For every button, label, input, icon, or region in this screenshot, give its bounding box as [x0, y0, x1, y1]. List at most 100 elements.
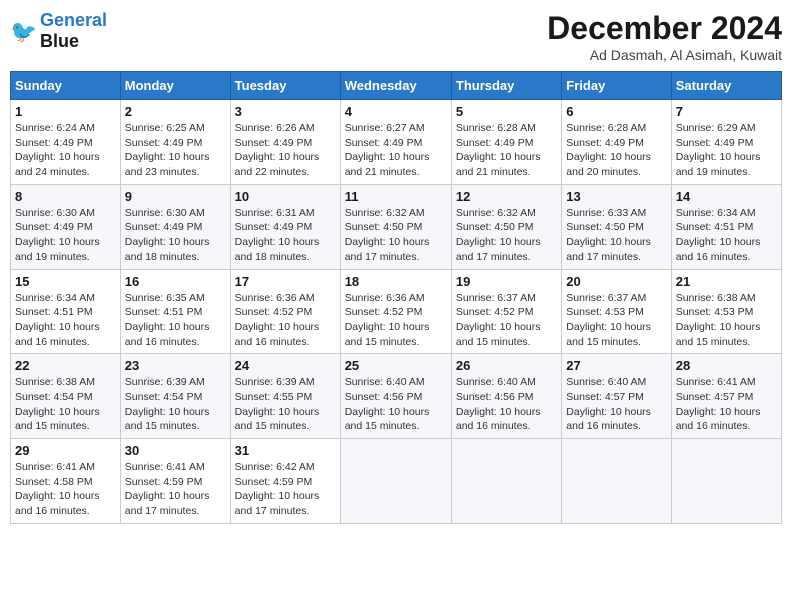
day-number: 28: [676, 358, 777, 373]
calendar-table: SundayMondayTuesdayWednesdayThursdayFrid…: [10, 71, 782, 524]
day-number: 8: [15, 189, 116, 204]
calendar-day-cell: 10Sunrise: 6:31 AM Sunset: 4:49 PM Dayli…: [230, 184, 340, 269]
day-number: 15: [15, 274, 116, 289]
calendar-day-cell: 9 Sunrise: 6:30 AM Sunset: 4:49 PM Daylig…: [120, 184, 230, 269]
day-info: Sunrise: 6:33 AM Sunset: 4:50 PM Dayligh…: [566, 206, 666, 265]
calendar-day-cell: 24 Sunrise: 6:39 AM Sunset: 4:55 PM Dayli…: [230, 354, 340, 439]
calendar-empty-cell: [562, 439, 671, 524]
calendar-day-cell: 17 Sunrise: 6:36 AM Sunset: 4:52 PM Dayli…: [230, 269, 340, 354]
logo-text: GeneralBlue: [40, 10, 107, 52]
day-info: Sunrise: 6:40 AM Sunset: 4:57 PM Dayligh…: [566, 375, 666, 434]
calendar-day-cell: 26 Sunrise: 6:40 AM Sunset: 4:56 PM Dayli…: [451, 354, 561, 439]
day-info: Sunrise: 6:31 AM Sunset: 4:49 PM Dayligh…: [235, 206, 336, 265]
day-info: Sunrise: 6:36 AM Sunset: 4:52 PM Dayligh…: [235, 291, 336, 350]
calendar-day-cell: 25 Sunrise: 6:40 AM Sunset: 4:56 PM Dayli…: [340, 354, 451, 439]
day-info: Sunrise: 6:25 AM Sunset: 4:49 PM Dayligh…: [125, 121, 226, 180]
page-header: 🐦 GeneralBlue December 2024 Ad Dasmah, A…: [10, 10, 782, 63]
day-info: Sunrise: 6:39 AM Sunset: 4:54 PM Dayligh…: [125, 375, 226, 434]
day-number: 12: [456, 189, 557, 204]
calendar-day-cell: 21Sunrise: 6:38 AM Sunset: 4:53 PM Dayli…: [671, 269, 781, 354]
day-number: 17: [235, 274, 336, 289]
calendar-day-cell: 23 Sunrise: 6:39 AM Sunset: 4:54 PM Dayli…: [120, 354, 230, 439]
day-info: Sunrise: 6:28 AM Sunset: 4:49 PM Dayligh…: [566, 121, 666, 180]
day-info: Sunrise: 6:30 AM Sunset: 4:49 PM Dayligh…: [15, 206, 116, 265]
month-title: December 2024: [547, 10, 782, 47]
calendar-day-cell: 13Sunrise: 6:33 AM Sunset: 4:50 PM Dayli…: [562, 184, 671, 269]
day-number: 6: [566, 104, 666, 119]
day-number: 26: [456, 358, 557, 373]
calendar-day-cell: 19 Sunrise: 6:37 AM Sunset: 4:52 PM Dayli…: [451, 269, 561, 354]
day-number: 19: [456, 274, 557, 289]
calendar-day-cell: 14Sunrise: 6:34 AM Sunset: 4:51 PM Dayli…: [671, 184, 781, 269]
weekday-header-saturday: Saturday: [671, 72, 781, 100]
day-info: Sunrise: 6:30 AM Sunset: 4:49 PM Dayligh…: [125, 206, 226, 265]
svg-text:🐦: 🐦: [10, 19, 37, 44]
day-number: 3: [235, 104, 336, 119]
day-info: Sunrise: 6:27 AM Sunset: 4:49 PM Dayligh…: [345, 121, 447, 180]
day-info: Sunrise: 6:38 AM Sunset: 4:54 PM Dayligh…: [15, 375, 116, 434]
calendar-day-cell: 1 Sunrise: 6:24 AM Sunset: 4:49 PM Daylig…: [11, 100, 121, 185]
calendar-day-cell: 8 Sunrise: 6:30 AM Sunset: 4:49 PM Daylig…: [11, 184, 121, 269]
weekday-header-tuesday: Tuesday: [230, 72, 340, 100]
day-info: Sunrise: 6:38 AM Sunset: 4:53 PM Dayligh…: [676, 291, 777, 350]
day-number: 5: [456, 104, 557, 119]
calendar-day-cell: 30Sunrise: 6:41 AM Sunset: 4:59 PM Dayli…: [120, 439, 230, 524]
day-info: Sunrise: 6:40 AM Sunset: 4:56 PM Dayligh…: [456, 375, 557, 434]
day-number: 29: [15, 443, 116, 458]
calendar-day-cell: 28 Sunrise: 6:41 AM Sunset: 4:57 PM Dayli…: [671, 354, 781, 439]
calendar-day-cell: 18 Sunrise: 6:36 AM Sunset: 4:52 PM Dayli…: [340, 269, 451, 354]
calendar-day-cell: 4 Sunrise: 6:27 AM Sunset: 4:49 PM Daylig…: [340, 100, 451, 185]
day-info: Sunrise: 6:41 AM Sunset: 4:57 PM Dayligh…: [676, 375, 777, 434]
weekday-header-monday: Monday: [120, 72, 230, 100]
weekday-header-wednesday: Wednesday: [340, 72, 451, 100]
calendar-day-cell: 12Sunrise: 6:32 AM Sunset: 4:50 PM Dayli…: [451, 184, 561, 269]
calendar-day-cell: 20 Sunrise: 6:37 AM Sunset: 4:53 PM Dayli…: [562, 269, 671, 354]
calendar-day-cell: 22 Sunrise: 6:38 AM Sunset: 4:54 PM Dayli…: [11, 354, 121, 439]
day-info: Sunrise: 6:41 AM Sunset: 4:58 PM Dayligh…: [15, 460, 116, 519]
logo: 🐦 GeneralBlue: [10, 10, 107, 52]
calendar-day-cell: 7Sunrise: 6:29 AM Sunset: 4:49 PM Daylig…: [671, 100, 781, 185]
day-info: Sunrise: 6:41 AM Sunset: 4:59 PM Dayligh…: [125, 460, 226, 519]
weekday-header-friday: Friday: [562, 72, 671, 100]
day-info: Sunrise: 6:24 AM Sunset: 4:49 PM Dayligh…: [15, 121, 116, 180]
day-number: 23: [125, 358, 226, 373]
day-number: 11: [345, 189, 447, 204]
day-number: 9: [125, 189, 226, 204]
location: Ad Dasmah, Al Asimah, Kuwait: [547, 47, 782, 63]
day-info: Sunrise: 6:40 AM Sunset: 4:56 PM Dayligh…: [345, 375, 447, 434]
calendar-empty-cell: [340, 439, 451, 524]
calendar-day-cell: 31Sunrise: 6:42 AM Sunset: 4:59 PM Dayli…: [230, 439, 340, 524]
day-number: 2: [125, 104, 226, 119]
calendar-week-row: 15Sunrise: 6:34 AM Sunset: 4:51 PM Dayli…: [11, 269, 782, 354]
day-number: 4: [345, 104, 447, 119]
calendar-week-row: 8 Sunrise: 6:30 AM Sunset: 4:49 PM Daylig…: [11, 184, 782, 269]
day-number: 1: [15, 104, 116, 119]
day-number: 14: [676, 189, 777, 204]
calendar-day-cell: 6 Sunrise: 6:28 AM Sunset: 4:49 PM Daylig…: [562, 100, 671, 185]
weekday-header-row: SundayMondayTuesdayWednesdayThursdayFrid…: [11, 72, 782, 100]
calendar-day-cell: 3Sunrise: 6:26 AM Sunset: 4:49 PM Daylig…: [230, 100, 340, 185]
day-number: 7: [676, 104, 777, 119]
day-info: Sunrise: 6:32 AM Sunset: 4:50 PM Dayligh…: [345, 206, 447, 265]
calendar-day-cell: 11 Sunrise: 6:32 AM Sunset: 4:50 PM Dayli…: [340, 184, 451, 269]
day-number: 22: [15, 358, 116, 373]
calendar-day-cell: 15Sunrise: 6:34 AM Sunset: 4:51 PM Dayli…: [11, 269, 121, 354]
title-block: December 2024 Ad Dasmah, Al Asimah, Kuwa…: [547, 10, 782, 63]
calendar-day-cell: 27Sunrise: 6:40 AM Sunset: 4:57 PM Dayli…: [562, 354, 671, 439]
calendar-day-cell: 5 Sunrise: 6:28 AM Sunset: 4:49 PM Daylig…: [451, 100, 561, 185]
weekday-header-thursday: Thursday: [451, 72, 561, 100]
day-info: Sunrise: 6:37 AM Sunset: 4:52 PM Dayligh…: [456, 291, 557, 350]
day-info: Sunrise: 6:36 AM Sunset: 4:52 PM Dayligh…: [345, 291, 447, 350]
calendar-week-row: 29 Sunrise: 6:41 AM Sunset: 4:58 PM Dayli…: [11, 439, 782, 524]
day-number: 18: [345, 274, 447, 289]
day-number: 16: [125, 274, 226, 289]
day-info: Sunrise: 6:37 AM Sunset: 4:53 PM Dayligh…: [566, 291, 666, 350]
logo-icon: 🐦: [10, 17, 38, 45]
weekday-header-sunday: Sunday: [11, 72, 121, 100]
day-number: 24: [235, 358, 336, 373]
day-info: Sunrise: 6:39 AM Sunset: 4:55 PM Dayligh…: [235, 375, 336, 434]
day-info: Sunrise: 6:28 AM Sunset: 4:49 PM Dayligh…: [456, 121, 557, 180]
day-number: 25: [345, 358, 447, 373]
calendar-empty-cell: [671, 439, 781, 524]
day-number: 20: [566, 274, 666, 289]
